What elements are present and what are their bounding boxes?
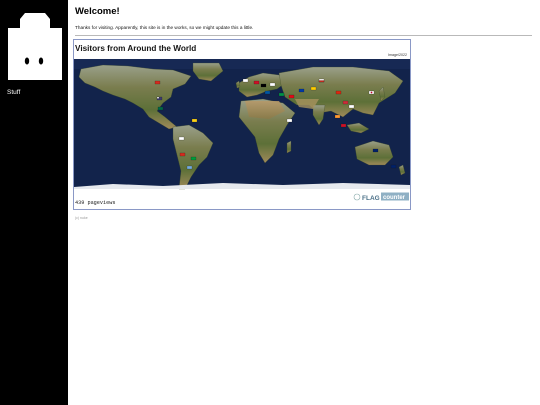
counter-badge: Image/2022 bbox=[388, 53, 407, 57]
flag-counter-graphic: Visitors from Around the World Image/202… bbox=[73, 39, 411, 210]
counter-title: Visitors from Around the World bbox=[75, 44, 196, 53]
intro-text: Thanks for visiting. Apparently, this si… bbox=[75, 25, 254, 30]
page-title: Welcome! bbox=[75, 6, 120, 17]
sidebar: Stuff bbox=[0, 0, 68, 405]
logo-counter-text: counter bbox=[383, 195, 406, 201]
main-content: Welcome! Thanks for visiting. Apparently… bbox=[73, 0, 532, 405]
sidebar-item-stuff[interactable]: Stuff bbox=[7, 89, 20, 96]
footer-note: (c) nuke bbox=[75, 216, 88, 220]
avatar-icon bbox=[8, 13, 62, 80]
flag-counter-widget[interactable]: Visitors from Around the World Image/202… bbox=[73, 39, 411, 210]
pageviews-count: 439 pageviews bbox=[75, 200, 115, 206]
divider bbox=[75, 35, 532, 36]
logo-flag-text: FLAG bbox=[362, 195, 380, 202]
